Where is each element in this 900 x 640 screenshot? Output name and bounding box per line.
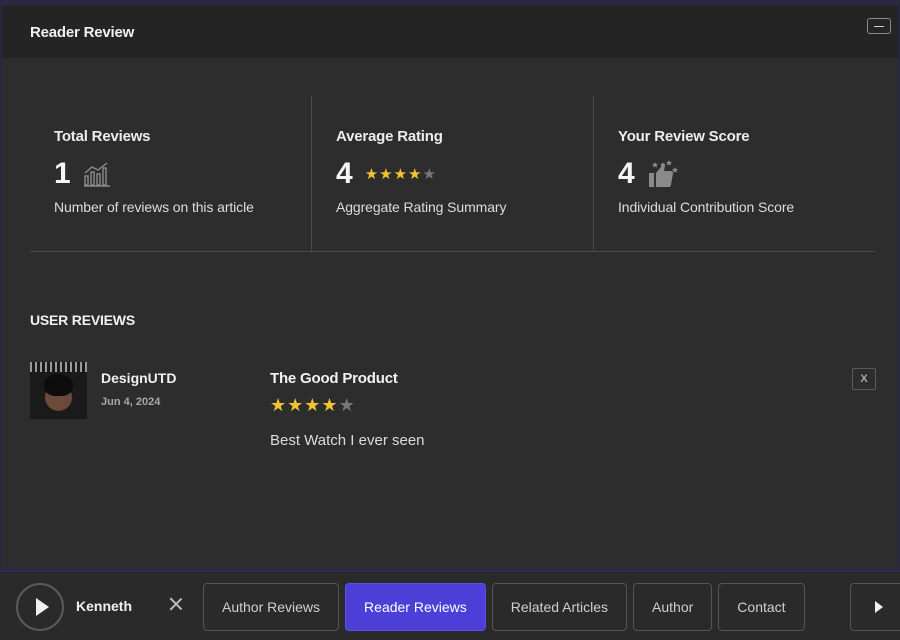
stat-description: Number of reviews on this article: [54, 199, 254, 215]
star-icon: ★: [270, 395, 287, 415]
review-item: DesignUTD Jun 4, 2024 The Good Product ★…: [30, 360, 876, 460]
review-window: Reader Review Total Reviews 1 Number of …: [2, 6, 898, 568]
star-icon: ★: [408, 165, 422, 183]
thumbs-up-stars-icon: [648, 160, 678, 187]
star-icon: ★: [422, 165, 436, 183]
window-title: Reader Review: [30, 23, 135, 41]
stat-value: 4: [618, 157, 635, 190]
stat-review-score: Your Review Score 4 Individual Contribut…: [593, 96, 875, 251]
bar-chart-icon: [83, 162, 110, 187]
review-rating-stars: ★ ★ ★ ★ ★: [270, 396, 355, 414]
close-icon[interactable]: [166, 594, 186, 614]
user-name: Kenneth: [76, 598, 132, 614]
star-icon: ★: [287, 395, 304, 415]
star-icon: ★: [364, 165, 379, 183]
avatar: [30, 362, 87, 419]
tab-related-articles[interactable]: Related Articles: [491, 583, 628, 631]
bottom-bar: Kenneth Author Reviews Reader Reviews Rela…: [0, 570, 900, 640]
review-text: Best Watch I ever seen: [270, 432, 425, 449]
review-date: Jun 4, 2024: [101, 396, 161, 408]
titlebar: Reader Review: [2, 6, 898, 58]
stat-description: Aggregate Rating Summary: [336, 199, 507, 215]
stat-value: 4: [336, 157, 353, 190]
play-icon: [35, 598, 49, 616]
stat-title: Your Review Score: [618, 128, 750, 145]
stat-description: Individual Contribution Score: [618, 199, 795, 215]
play-button[interactable]: [16, 583, 64, 631]
minimize-button[interactable]: [867, 18, 891, 34]
review-title: The Good Product: [270, 370, 398, 387]
user-reviews-heading: USER REVIEWS: [30, 312, 135, 328]
delete-review-button[interactable]: X: [852, 368, 876, 390]
minimize-icon: [874, 25, 884, 27]
star-icon: ★: [321, 395, 338, 415]
next-tab-button[interactable]: [850, 583, 900, 631]
tab-reader-reviews[interactable]: Reader Reviews: [345, 583, 486, 631]
tab-contact[interactable]: Contact: [718, 583, 805, 631]
star-icon: ★: [338, 395, 355, 415]
tab-bar: Author Reviews Reader Reviews Related Arti…: [203, 583, 805, 631]
star-icon: ★: [379, 165, 393, 183]
tab-author[interactable]: Author: [633, 583, 713, 631]
average-rating-stars: ★ ★ ★ ★ ★: [365, 167, 436, 182]
tab-author-reviews[interactable]: Author Reviews: [203, 583, 340, 631]
stat-title: Average Rating: [336, 128, 443, 145]
reviewer-name: DesignUTD: [101, 370, 177, 386]
star-icon: ★: [304, 395, 321, 415]
stat-value: 1: [54, 157, 71, 190]
stats-panel: Total Reviews 1 Number of reviews on thi…: [30, 96, 875, 252]
stat-title: Total Reviews: [54, 128, 151, 145]
stat-total-reviews: Total Reviews 1 Number of reviews on thi…: [30, 96, 311, 251]
chevron-right-icon: [875, 601, 883, 613]
stat-average-rating: Average Rating 4 ★ ★ ★ ★ ★ Aggregate Rating …: [311, 96, 593, 251]
star-icon: ★: [393, 165, 408, 183]
